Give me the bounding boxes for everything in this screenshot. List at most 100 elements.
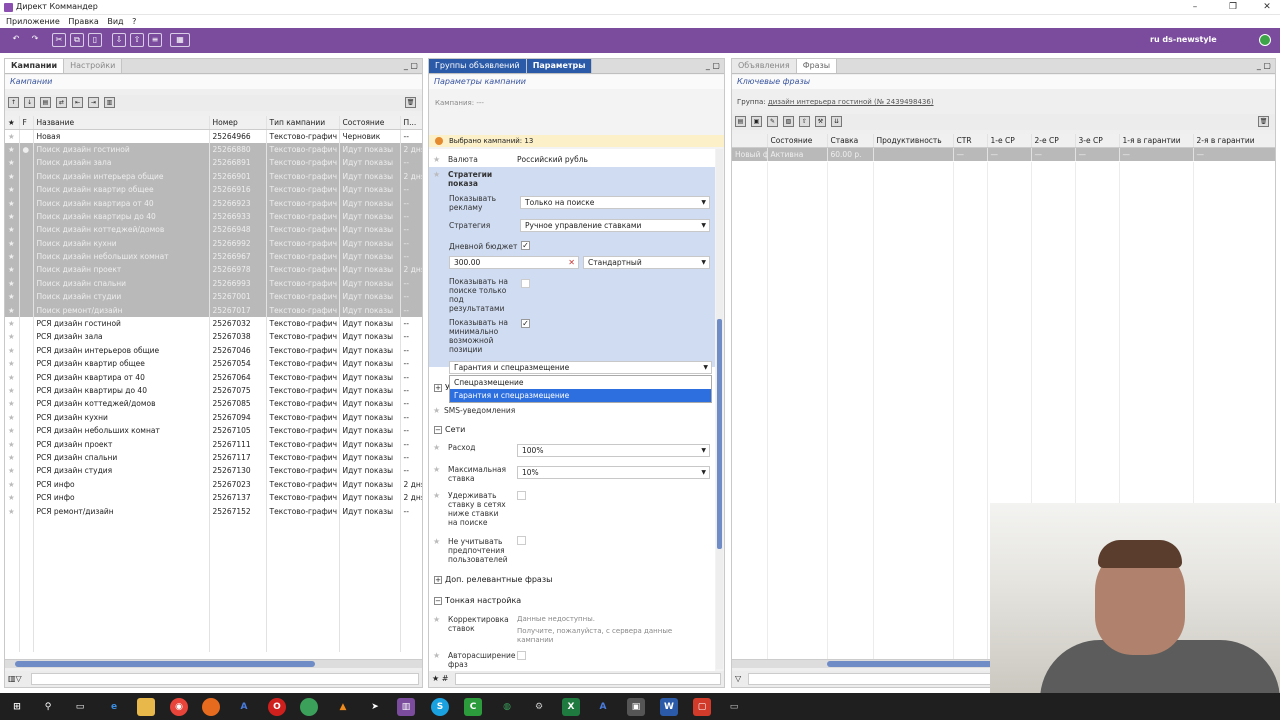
flag-icon[interactable]	[19, 370, 34, 384]
menu-app[interactable]: Приложение	[6, 15, 60, 28]
budget-mode-select[interactable]: Стандартный ▼	[583, 256, 710, 269]
group-link[interactable]: дизайн интерьера гостиной (№ 2439498436)	[768, 98, 934, 106]
move-up-icon[interactable]: ↑	[8, 97, 19, 108]
windows-start-icon[interactable]: ⊞	[8, 698, 26, 716]
tab-settings[interactable]: Настройки	[64, 59, 123, 73]
search-icon[interactable]: ⚲	[39, 698, 57, 716]
table-row[interactable]: ★ РСЯ ремонт/дизайн 25267152 Текстово-графи…	[5, 504, 422, 518]
trash-icon[interactable]: 🗑	[405, 97, 416, 108]
chrome-icon[interactable]: ◉	[170, 698, 188, 716]
budget-input[interactable]: 300.00 ✕	[449, 256, 579, 269]
lock-icon[interactable]: ▣	[751, 116, 762, 127]
vertical-scrollbar[interactable]	[716, 149, 723, 669]
col-star[interactable]: ★	[5, 116, 20, 130]
spend-select[interactable]: 100% ▼	[517, 444, 710, 457]
flag-icon[interactable]	[19, 343, 34, 358]
flag-icon[interactable]	[19, 156, 34, 170]
move-down-icon[interactable]: ↓	[24, 97, 35, 108]
favorite-star-icon[interactable]: ★	[5, 383, 20, 398]
flag-icon[interactable]	[19, 276, 34, 291]
phrases-col-header[interactable]: Состояние	[767, 134, 828, 148]
option-special[interactable]: Спецразмещение	[450, 376, 711, 389]
show-ads-select[interactable]: Только на поиске ▼	[520, 196, 710, 209]
favorite-star-icon[interactable]: ★	[5, 397, 20, 411]
flag-icon[interactable]	[19, 223, 34, 237]
upload-icon[interactable]: ⇧	[130, 33, 144, 47]
phrases-col-header[interactable]: Продуктивность	[873, 134, 954, 148]
app-arrow-icon[interactable]: ➤	[366, 698, 384, 716]
app-c-icon[interactable]: C	[464, 698, 482, 716]
table-row[interactable]: ★ ● Поиск дизайн гостиной 25266880 Текстово-…	[5, 142, 422, 157]
minimize-icon[interactable]: –	[1186, 1, 1204, 13]
show-only-under-checkbox[interactable]	[521, 279, 530, 288]
table-row[interactable]: ★ РСЯ дизайн квартира от 40 25267064 Тексто…	[5, 370, 422, 384]
placement-select[interactable]: Гарантия и спецразмещение ▼	[449, 361, 712, 374]
table-row[interactable]: ★ Поиск дизайн небольших комнат 25266967 Те…	[5, 249, 422, 264]
favorite-star-icon[interactable]: ★	[5, 357, 20, 371]
tab-campaigns[interactable]: Кампании	[5, 59, 65, 73]
col-name[interactable]: Название	[33, 116, 210, 130]
favorite-star-icon[interactable]: ★	[5, 209, 20, 224]
table-row[interactable]: ★ РСЯ дизайн интерьеров общие 25267046 Текс…	[5, 343, 422, 358]
flag-icon[interactable]	[19, 357, 34, 371]
task-view-icon[interactable]: ▭	[71, 698, 89, 716]
table-row[interactable]: ★ РСЯ дизайн зала 25267038 Текстово-графич И…	[5, 330, 422, 344]
redo-icon[interactable]: ↷	[28, 33, 42, 47]
flag-icon[interactable]	[19, 263, 34, 277]
u-section-toggle[interactable]: + У	[434, 383, 450, 392]
favorite-star-icon[interactable]: ★	[5, 316, 20, 331]
daily-budget-checkbox[interactable]: ✓	[521, 241, 530, 250]
flag-icon[interactable]	[19, 504, 34, 518]
tab-parameters[interactable]: Параметры	[526, 59, 593, 73]
strategy-select[interactable]: Ручное управление ставками ▼	[520, 219, 710, 232]
favorite-star-icon[interactable]: ★	[5, 236, 20, 250]
app-window-icon[interactable]: ▣	[627, 698, 645, 716]
word-icon[interactable]: W	[660, 698, 678, 716]
favorite-star-icon[interactable]: ★	[5, 343, 20, 358]
maximize-icon[interactable]: ❐	[1224, 1, 1242, 13]
favorite-star-icon[interactable]: ★	[5, 249, 20, 264]
double-down-icon[interactable]: ⇊	[831, 116, 842, 127]
table-row[interactable]: ★ РСЯ дизайн квартиры до 40 25267075 Тексто…	[5, 383, 422, 398]
favorite-star-icon[interactable]: ★	[5, 330, 20, 344]
col-number[interactable]: Номер	[209, 116, 267, 130]
table-row[interactable]: ★ Новая 25264966 Текстово-графич Черновик --	[5, 129, 422, 143]
table-row[interactable]: ★ Поиск дизайн зала 25266891 Текстово-графи…	[5, 156, 422, 170]
table-row[interactable]: ★ РСЯ дизайн проект 25267111 Текстово-графи…	[5, 437, 422, 451]
vlc-icon[interactable]: ▲	[334, 698, 352, 716]
add-phrase-icon[interactable]: ▤	[735, 116, 746, 127]
delete-icon[interactable]: ▯	[88, 33, 102, 47]
cut-icon[interactable]: ✂	[52, 33, 66, 47]
edge-icon[interactable]: e	[105, 698, 123, 716]
flag-icon[interactable]	[19, 209, 34, 224]
col-state[interactable]: Состояние	[339, 116, 401, 130]
excel-icon[interactable]: X	[562, 698, 580, 716]
flag-icon[interactable]	[19, 383, 34, 398]
app-tool-icon[interactable]: ⚙	[530, 698, 548, 716]
table-row[interactable]: ★ РСЯ дизайн квартир общее 25267054 Текстов…	[5, 357, 422, 371]
table-row[interactable]: ★ Поиск дизайн студии 25267001 Текстово-гра…	[5, 290, 422, 304]
phrases-col-header[interactable]: 3-е СР	[1075, 134, 1120, 148]
flag-icon[interactable]	[19, 129, 34, 143]
panel-window-icon[interactable]: _ ▢	[1257, 61, 1271, 70]
phrases-col-header[interactable]: 1-я в гарантии	[1119, 134, 1194, 148]
flag-icon[interactable]	[19, 410, 34, 424]
favorite-star-icon[interactable]: ★	[5, 196, 20, 210]
flag-icon[interactable]	[19, 316, 34, 331]
flag-icon[interactable]	[19, 464, 34, 478]
table-row[interactable]: ★ РСЯ инфо 25267137 Текстово-графич Идут пок…	[5, 490, 422, 505]
flag-icon[interactable]	[19, 397, 34, 411]
menu-edit[interactable]: Правка	[68, 15, 98, 28]
tab-ads[interactable]: Объявления	[732, 59, 797, 73]
favorite-star-icon[interactable]: ★	[5, 423, 20, 438]
favorite-star-icon[interactable]: ★	[5, 182, 20, 197]
phrases-col-header[interactable]: CTR	[953, 134, 988, 148]
undo-icon[interactable]: ↶	[9, 33, 23, 47]
table-row[interactable]: ★ Поиск дизайн квартира от 40 25266923 Текс…	[5, 196, 422, 210]
hold-bid-checkbox[interactable]	[517, 491, 526, 500]
favorite-star-icon[interactable]: ★	[5, 169, 20, 183]
table-row[interactable]: ★ РСЯ дизайн студия 25267130 Текстово-графи…	[5, 464, 422, 478]
flag-icon[interactable]	[19, 182, 34, 197]
favorite-star-icon[interactable]: ★	[5, 410, 20, 424]
copy-campaign-icon[interactable]: ▤	[40, 97, 51, 108]
